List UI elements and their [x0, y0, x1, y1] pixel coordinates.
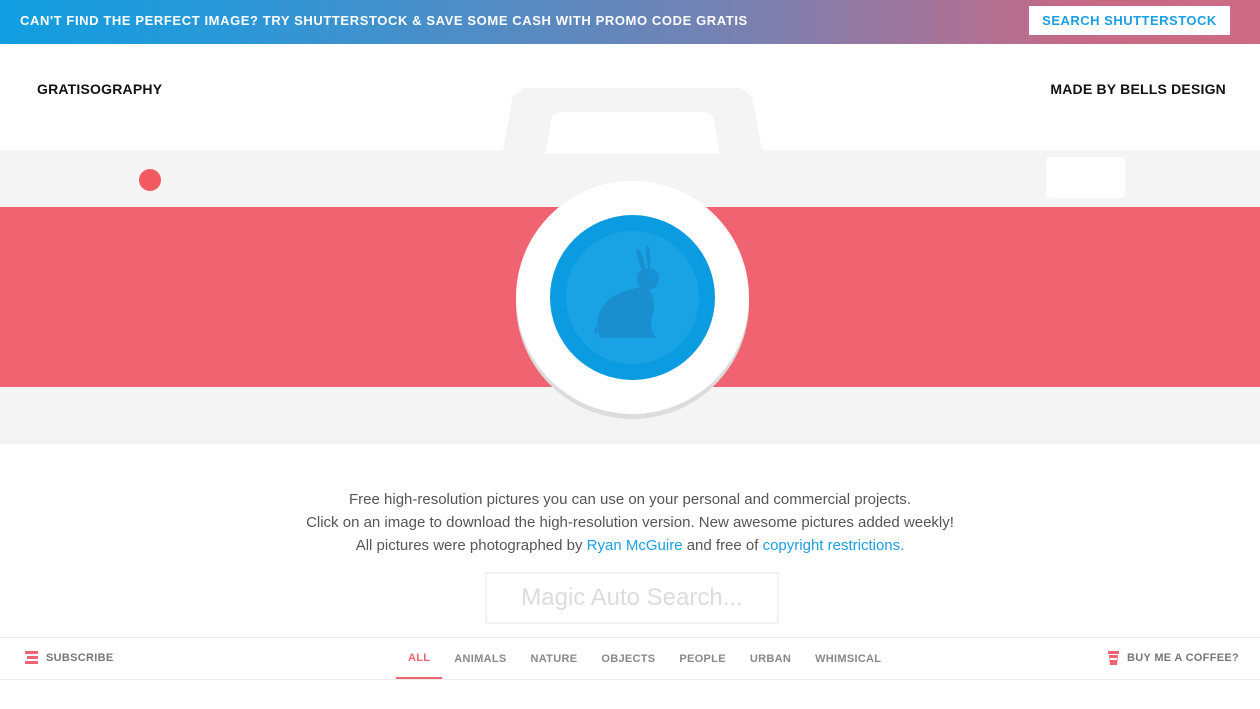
intro-line-1: Free high-resolution pictures you can us…: [349, 491, 911, 508]
tab-whimsical[interactable]: WHIMSICAL: [803, 638, 893, 679]
subscribe-button[interactable]: SUBSCRIBE: [25, 651, 114, 664]
coffee-label: BUY ME A COFFEE?: [1127, 652, 1239, 664]
subscribe-label: SUBSCRIBE: [46, 651, 114, 664]
camera-top-inner: [545, 112, 720, 154]
intro-line-2: Click on an image to download the high-r…: [306, 514, 954, 531]
search-input[interactable]: [485, 572, 779, 624]
intro-text: Free high-resolution pictures you can us…: [0, 488, 1260, 557]
camera-flash: [1046, 157, 1125, 198]
coffee-cup-icon: [1108, 651, 1120, 665]
promo-banner: CAN'T FIND THE PERFECT IMAGE? TRY SHUTTE…: [0, 0, 1260, 44]
category-tabs: ALL ANIMALS NATURE OBJECTS PEOPLE URBAN …: [396, 638, 893, 679]
tab-nature[interactable]: NATURE: [519, 638, 590, 679]
author-link[interactable]: Ryan McGuire: [587, 537, 683, 554]
stack-icon: [25, 651, 38, 664]
tab-animals[interactable]: ANIMALS: [442, 638, 518, 679]
tab-all[interactable]: ALL: [396, 638, 443, 679]
promo-text: CAN'T FIND THE PERFECT IMAGE? TRY SHUTTE…: [20, 13, 748, 28]
intro-line-3-prefix: All pictures were photographed by: [355, 537, 583, 554]
copyright-link[interactable]: copyright restrictions.: [763, 537, 905, 554]
rabbit-icon: [593, 245, 659, 338]
made-by-link[interactable]: MADE BY BELLS DESIGN: [1050, 81, 1226, 97]
intro-line-3: All pictures were photographed by Ryan M…: [0, 534, 1260, 557]
tab-people[interactable]: PEOPLE: [667, 638, 737, 679]
buy-coffee-button[interactable]: BUY ME A COFFEE?: [1108, 651, 1239, 665]
site-title[interactable]: GRATISOGRAPHY: [37, 81, 162, 97]
category-nav: SUBSCRIBE ALL ANIMALS NATURE OBJECTS PEO…: [0, 637, 1260, 680]
camera-record-dot: [139, 169, 161, 191]
intro-line-3-middle: and free of: [686, 537, 759, 554]
search-shutterstock-button[interactable]: SEARCH SHUTTERSTOCK: [1029, 6, 1230, 35]
tab-urban[interactable]: URBAN: [738, 638, 803, 679]
tab-objects[interactable]: OBJECTS: [589, 638, 667, 679]
